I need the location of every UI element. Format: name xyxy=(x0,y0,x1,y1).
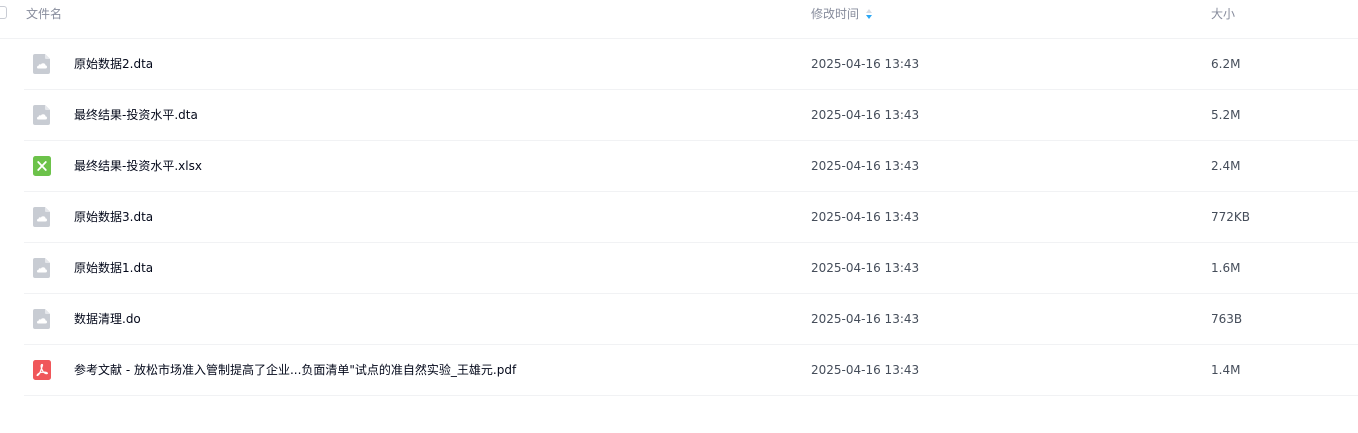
file-list-table: 文件名 修改时间 大小 原始数据2.dta 2025-04-16 13:43 6… xyxy=(0,0,1358,433)
file-size: 5.2M xyxy=(1211,108,1241,122)
file-name[interactable]: 参考文献 - 放松市场准入管制提高了企业...负面清单"试点的准自然实验_王雄元… xyxy=(74,361,516,379)
file-size: 772KB xyxy=(1211,210,1251,224)
file-name[interactable]: 最终结果-投资水平.xlsx xyxy=(74,157,202,175)
file-row[interactable]: 最终结果-投资水平.dta 2025-04-16 13:43 5.2M xyxy=(24,90,1358,141)
generic-file-icon xyxy=(32,308,52,330)
generic-file-icon xyxy=(32,257,52,279)
file-modified-time: 2025-04-16 13:43 xyxy=(811,108,920,122)
file-size: 763B xyxy=(1211,312,1243,326)
table-header: 文件名 修改时间 大小 xyxy=(0,0,1358,39)
file-modified-time: 2025-04-16 13:43 xyxy=(811,261,920,275)
file-modified-time: 2025-04-16 13:43 xyxy=(811,57,920,71)
file-name[interactable]: 最终结果-投资水平.dta xyxy=(74,106,198,124)
column-header-name[interactable]: 文件名 xyxy=(26,6,62,22)
file-size: 6.2M xyxy=(1211,57,1241,71)
file-modified-time: 2025-04-16 13:43 xyxy=(811,210,920,224)
pdf-file-icon xyxy=(32,359,52,381)
file-modified-time: 2025-04-16 13:43 xyxy=(811,363,920,377)
file-name[interactable]: 数据清理.do xyxy=(74,310,141,328)
file-row[interactable]: 最终结果-投资水平.xlsx 2025-04-16 13:43 2.4M xyxy=(24,141,1358,192)
excel-file-icon xyxy=(32,155,52,177)
column-header-modified-time[interactable]: 修改时间 xyxy=(811,6,873,22)
file-modified-time: 2025-04-16 13:43 xyxy=(811,312,920,326)
file-size: 1.4M xyxy=(1211,363,1241,377)
file-row[interactable]: 原始数据3.dta 2025-04-16 13:43 772KB xyxy=(24,192,1358,243)
generic-file-icon xyxy=(32,206,52,228)
generic-file-icon xyxy=(32,53,52,75)
file-name[interactable]: 原始数据1.dta xyxy=(74,259,153,277)
file-size: 2.4M xyxy=(1211,159,1241,173)
file-size: 1.6M xyxy=(1211,261,1241,275)
sort-arrows-icon[interactable] xyxy=(865,8,873,20)
file-name[interactable]: 原始数据2.dta xyxy=(74,55,153,73)
file-row[interactable]: 原始数据1.dta 2025-04-16 13:43 1.6M xyxy=(24,243,1358,294)
column-header-size[interactable]: 大小 xyxy=(1211,6,1235,22)
file-rows: 原始数据2.dta 2025-04-16 13:43 6.2M 最终结果-投资水… xyxy=(24,39,1358,396)
select-all-checkbox[interactable] xyxy=(0,6,7,19)
generic-file-icon xyxy=(32,104,52,126)
file-row[interactable]: 数据清理.do 2025-04-16 13:43 763B xyxy=(24,294,1358,345)
file-modified-time: 2025-04-16 13:43 xyxy=(811,159,920,173)
file-name[interactable]: 原始数据3.dta xyxy=(74,208,153,226)
file-row[interactable]: 原始数据2.dta 2025-04-16 13:43 6.2M xyxy=(24,39,1358,90)
column-header-modified-time-label: 修改时间 xyxy=(811,7,860,21)
file-row[interactable]: 参考文献 - 放松市场准入管制提高了企业...负面清单"试点的准自然实验_王雄元… xyxy=(24,345,1358,396)
